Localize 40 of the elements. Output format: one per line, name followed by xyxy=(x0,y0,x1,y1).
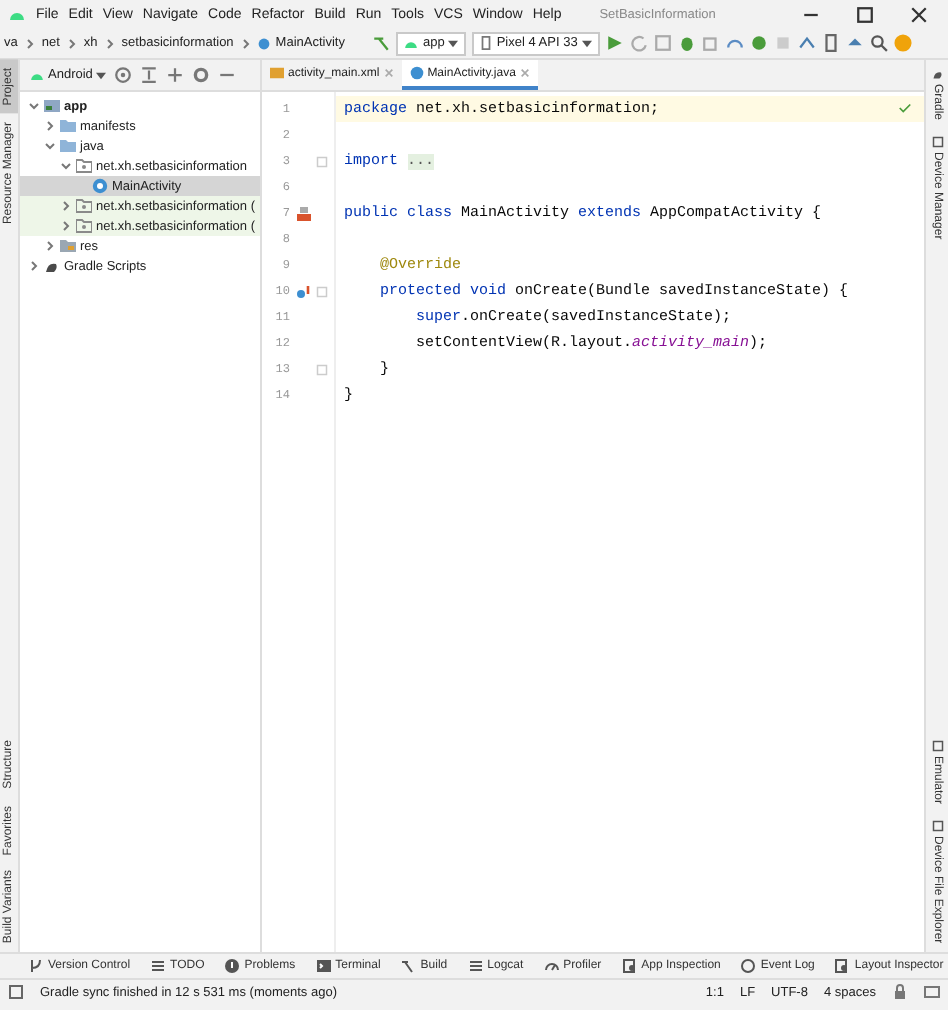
terminal-icon xyxy=(315,958,332,974)
hammer-icon xyxy=(400,958,417,974)
inspect-icon xyxy=(621,958,638,974)
package-icon xyxy=(76,158,92,174)
fold-marker-icon xyxy=(316,285,328,297)
target-icon[interactable] xyxy=(114,66,133,84)
list-icon xyxy=(467,958,484,974)
gauge-icon xyxy=(543,958,560,974)
branch-icon xyxy=(28,958,44,974)
fold-marker-icon xyxy=(316,363,328,375)
list-icon xyxy=(150,958,167,974)
layout-file-icon xyxy=(270,66,284,80)
caret-icon xyxy=(581,39,592,47)
expand-all-icon[interactable] xyxy=(166,66,185,84)
search-icon[interactable] xyxy=(869,34,888,52)
override-gutter-icon xyxy=(296,283,312,299)
class-icon xyxy=(409,66,424,80)
check-icon xyxy=(898,102,912,114)
maximize-icon[interactable] xyxy=(855,5,873,23)
close-icon[interactable] xyxy=(909,5,927,23)
caret-icon xyxy=(448,39,459,47)
class-gutter-icon xyxy=(296,205,312,221)
hammer-icon[interactable] xyxy=(372,34,391,52)
inspect-icon xyxy=(834,958,851,974)
folder-icon xyxy=(60,238,76,254)
android-icon xyxy=(404,38,419,48)
folder-icon xyxy=(44,98,60,114)
android-icon xyxy=(30,70,44,80)
lock-icon xyxy=(892,984,908,1000)
fold-marker-icon xyxy=(316,155,328,167)
warning-icon xyxy=(224,958,241,974)
class-icon xyxy=(92,178,108,194)
run-icon[interactable] xyxy=(605,34,624,52)
package-icon xyxy=(76,198,92,214)
caret-icon xyxy=(96,71,107,79)
phone-icon xyxy=(480,36,493,50)
collapse-all-icon[interactable] xyxy=(140,66,159,84)
package-icon xyxy=(76,218,92,234)
restart-icon[interactable] xyxy=(629,34,648,52)
class-icon xyxy=(257,37,270,49)
